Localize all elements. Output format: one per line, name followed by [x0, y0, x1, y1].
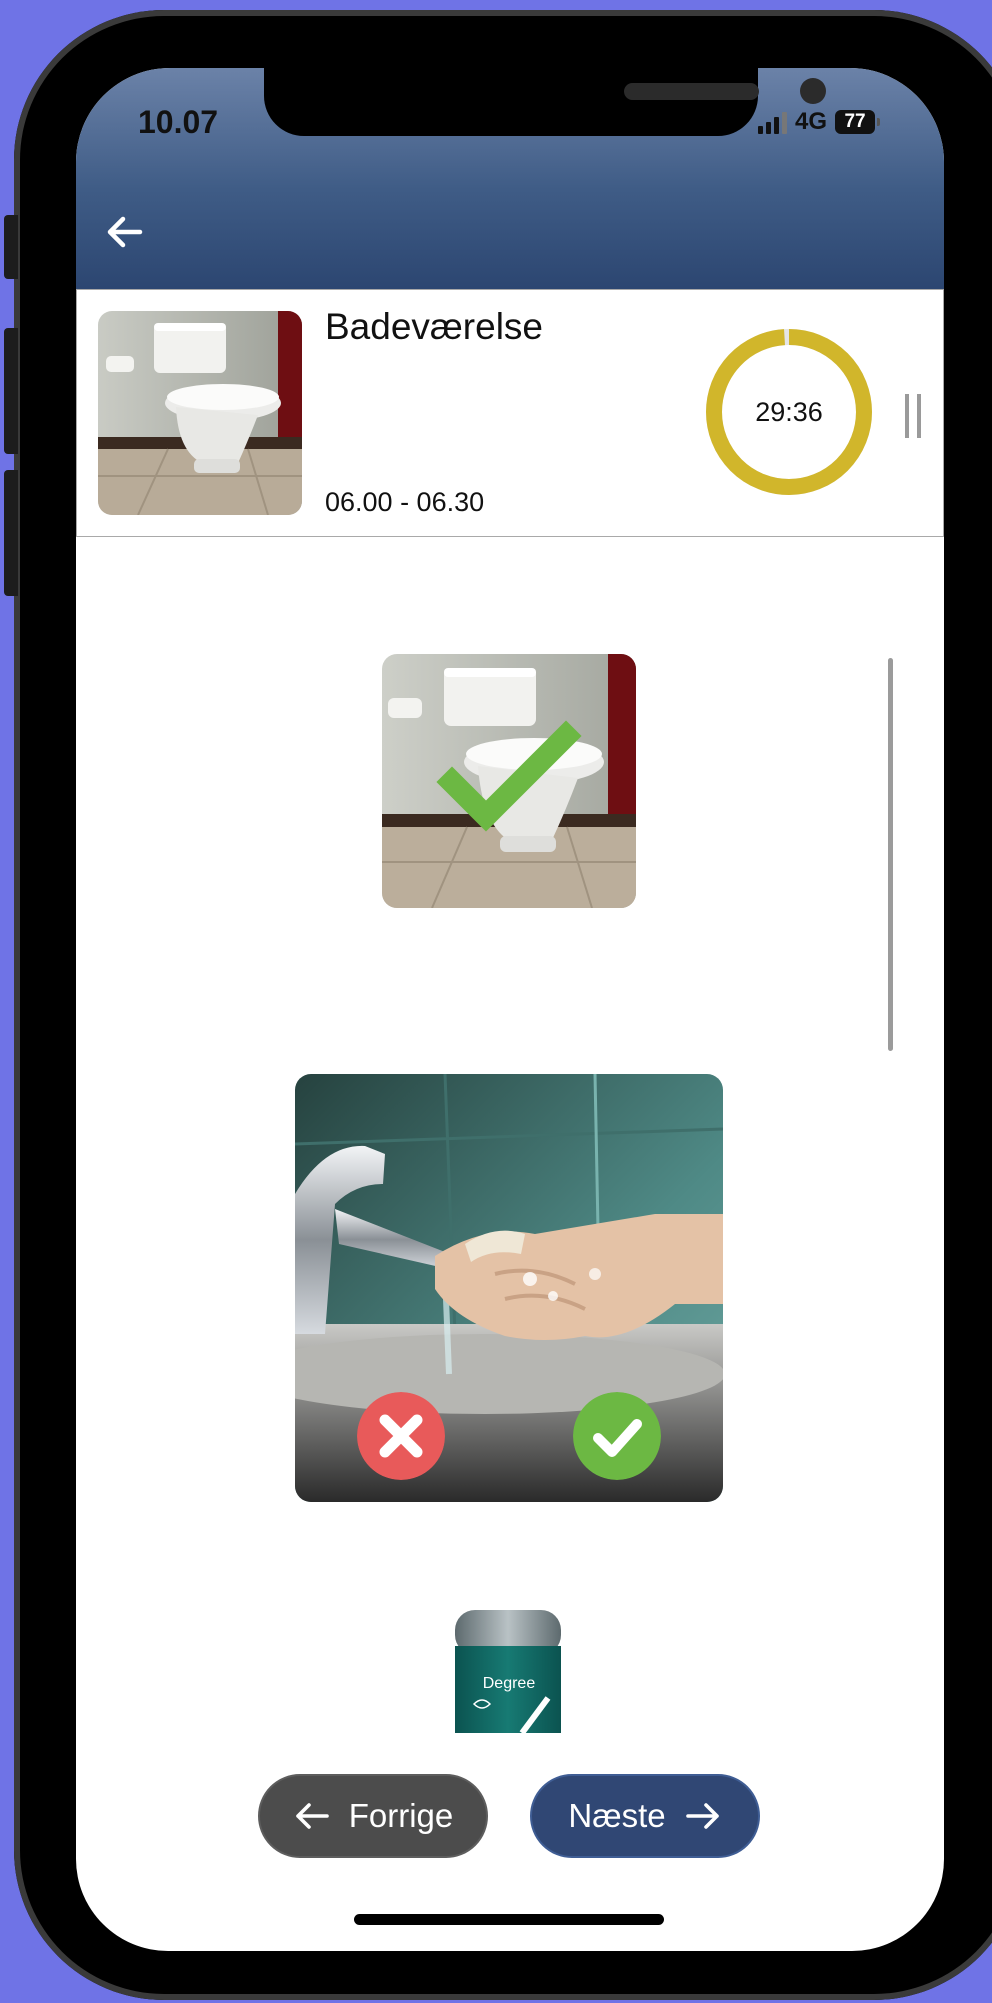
arrow-left-icon: [295, 1803, 329, 1829]
volume-up-button: [4, 328, 18, 454]
battery-icon: 77: [835, 110, 881, 134]
countdown-timer: 29:36: [705, 328, 873, 496]
task-title: Badeværelse: [325, 306, 544, 347]
timer-value: 29:36: [755, 396, 823, 427]
front-camera: [800, 78, 826, 104]
confirm-icon[interactable]: [573, 1392, 661, 1480]
step-toilet-completed[interactable]: [382, 654, 636, 908]
status-indicators: 4G 77: [758, 108, 881, 136]
back-button[interactable]: [104, 208, 160, 256]
toilet-image: [98, 311, 302, 515]
previous-button[interactable]: Forrige: [258, 1774, 488, 1858]
pause-button[interactable]: [905, 394, 925, 438]
deodorant-image: Degree: [455, 1610, 561, 1733]
signal-bars-icon: [758, 110, 787, 134]
scrollbar[interactable]: [888, 658, 893, 1051]
current-task-card: Badeværelse 06.00 - 06.30 29:36: [76, 289, 944, 537]
decline-icon[interactable]: [357, 1392, 445, 1480]
app-screen: 10.07 4G 77 Badeværelse 06.00 - 06.30 29…: [76, 68, 944, 1951]
task-time-range: 06.00 - 06.30: [325, 487, 485, 517]
previous-button-label: Forrige: [348, 1797, 454, 1834]
arrow-left-icon: [107, 216, 143, 248]
speaker-grille: [624, 83, 759, 100]
deodorant-label: Degree: [483, 1675, 536, 1692]
step-list: Degree: [76, 536, 944, 1836]
network-type: 4G: [795, 108, 828, 135]
battery-level: 77: [844, 111, 866, 132]
mute-switch: [4, 215, 18, 279]
home-indicator[interactable]: [354, 1914, 664, 1925]
checkmark-icon: [436, 720, 582, 832]
notch: [264, 68, 826, 136]
volume-down-button: [4, 470, 18, 596]
next-button[interactable]: Næste: [530, 1774, 760, 1858]
arrow-right-icon: [685, 1803, 719, 1829]
next-button-label: Næste: [568, 1797, 666, 1834]
step-hand-washing: [295, 1074, 723, 1502]
step-deodorant: Degree: [452, 1608, 566, 1733]
status-time: 10.07: [138, 104, 219, 140]
